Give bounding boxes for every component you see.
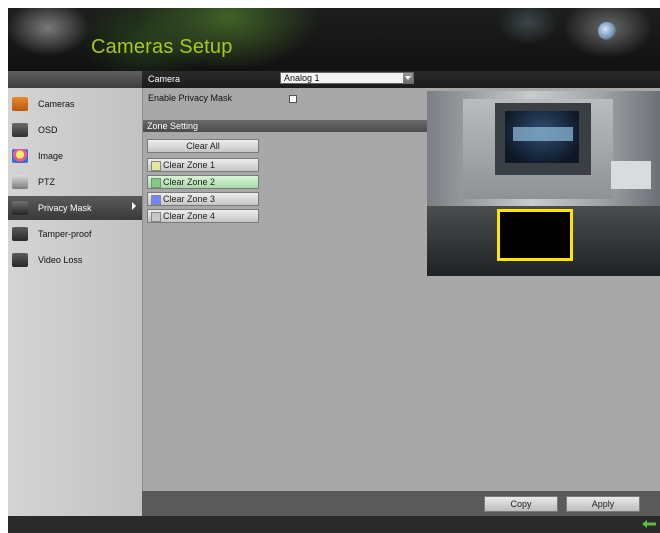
action-bar: Copy Apply [142, 491, 660, 516]
back-arrow-icon[interactable] [642, 520, 656, 528]
header-banner: Cameras Setup [8, 8, 660, 71]
sidebar-item-label: Privacy Mask [38, 203, 92, 213]
sidebar-item-image[interactable]: Image [8, 144, 142, 168]
sidebar-item-label: PTZ [38, 177, 55, 187]
camera-setup-icon [12, 97, 28, 111]
header-bar-left [8, 71, 142, 88]
clear-zone-2-button[interactable]: Clear Zone 2 [147, 175, 259, 189]
sidebar-item-tamper-proof[interactable]: Tamper-proof [8, 222, 142, 246]
tamper-proof-icon [12, 227, 28, 241]
enable-privacy-mask-label: Enable Privacy Mask [148, 93, 233, 103]
clear-zone-label: Clear Zone 1 [163, 160, 216, 170]
camera-preview[interactable] [427, 91, 660, 276]
clear-zone-4-button[interactable]: Clear Zone 4 [147, 209, 259, 223]
chevron-right-icon [132, 202, 136, 210]
sidebar-item-privacy-mask[interactable]: Privacy Mask [8, 196, 142, 220]
clear-zone-label: Clear Zone 3 [163, 194, 216, 204]
sidebar-item-label: Video Loss [38, 255, 83, 265]
preview-atm-panel [513, 127, 573, 141]
clear-all-button[interactable]: Clear All [147, 139, 259, 153]
zone-setting-header: Zone Setting [143, 120, 427, 132]
copy-button[interactable]: Copy [484, 496, 558, 512]
enable-privacy-mask-checkbox[interactable] [289, 95, 297, 103]
osd-icon [12, 123, 28, 137]
zone-1-color-swatch [151, 161, 161, 171]
sidebar-item-video-loss[interactable]: Video Loss [8, 248, 142, 272]
page-title: Cameras Setup [91, 36, 233, 58]
sidebar-item-cameras[interactable]: Cameras [8, 92, 142, 116]
content-panel: Enable Privacy Mask Zone Setting Clear A… [143, 88, 660, 491]
privacy-mask-region[interactable] [497, 209, 573, 261]
ptz-icon [12, 175, 28, 189]
sidebar-item-osd[interactable]: OSD [8, 118, 142, 142]
clear-zone-label: Clear Zone 4 [163, 211, 216, 221]
clear-zone-3-button[interactable]: Clear Zone 3 [147, 192, 259, 206]
app-window: Cameras Setup Cameras OSD Image PTZ Priv… [8, 8, 660, 533]
zone-4-color-swatch [151, 212, 161, 222]
sidebar-item-ptz[interactable]: PTZ [8, 170, 142, 194]
apply-button[interactable]: Apply [566, 496, 640, 512]
sidebar: Cameras OSD Image PTZ Privacy Mask Tampe… [8, 88, 143, 516]
chevron-down-icon[interactable] [403, 73, 413, 83]
zone-3-color-swatch [151, 195, 161, 205]
sidebar-item-label: Tamper-proof [38, 229, 92, 239]
sidebar-item-label: Image [38, 151, 64, 161]
privacy-mask-icon [12, 201, 28, 215]
zone-2-color-swatch [151, 178, 161, 188]
camera-label: Camera [148, 74, 181, 84]
clear-zone-1-button[interactable]: Clear Zone 1 [147, 158, 259, 172]
sidebar-item-label: OSD [38, 125, 58, 135]
video-loss-icon [12, 253, 28, 267]
sidebar-item-label: Cameras [38, 99, 75, 109]
image-icon [12, 149, 28, 163]
preview-side-slot [611, 161, 651, 189]
decorative-orb-icon [598, 22, 616, 40]
footer-bar [8, 516, 660, 533]
clear-zone-label: Clear Zone 2 [163, 177, 216, 187]
camera-select[interactable]: Analog 1 [280, 72, 414, 84]
camera-select-value: Analog 1 [284, 73, 320, 83]
